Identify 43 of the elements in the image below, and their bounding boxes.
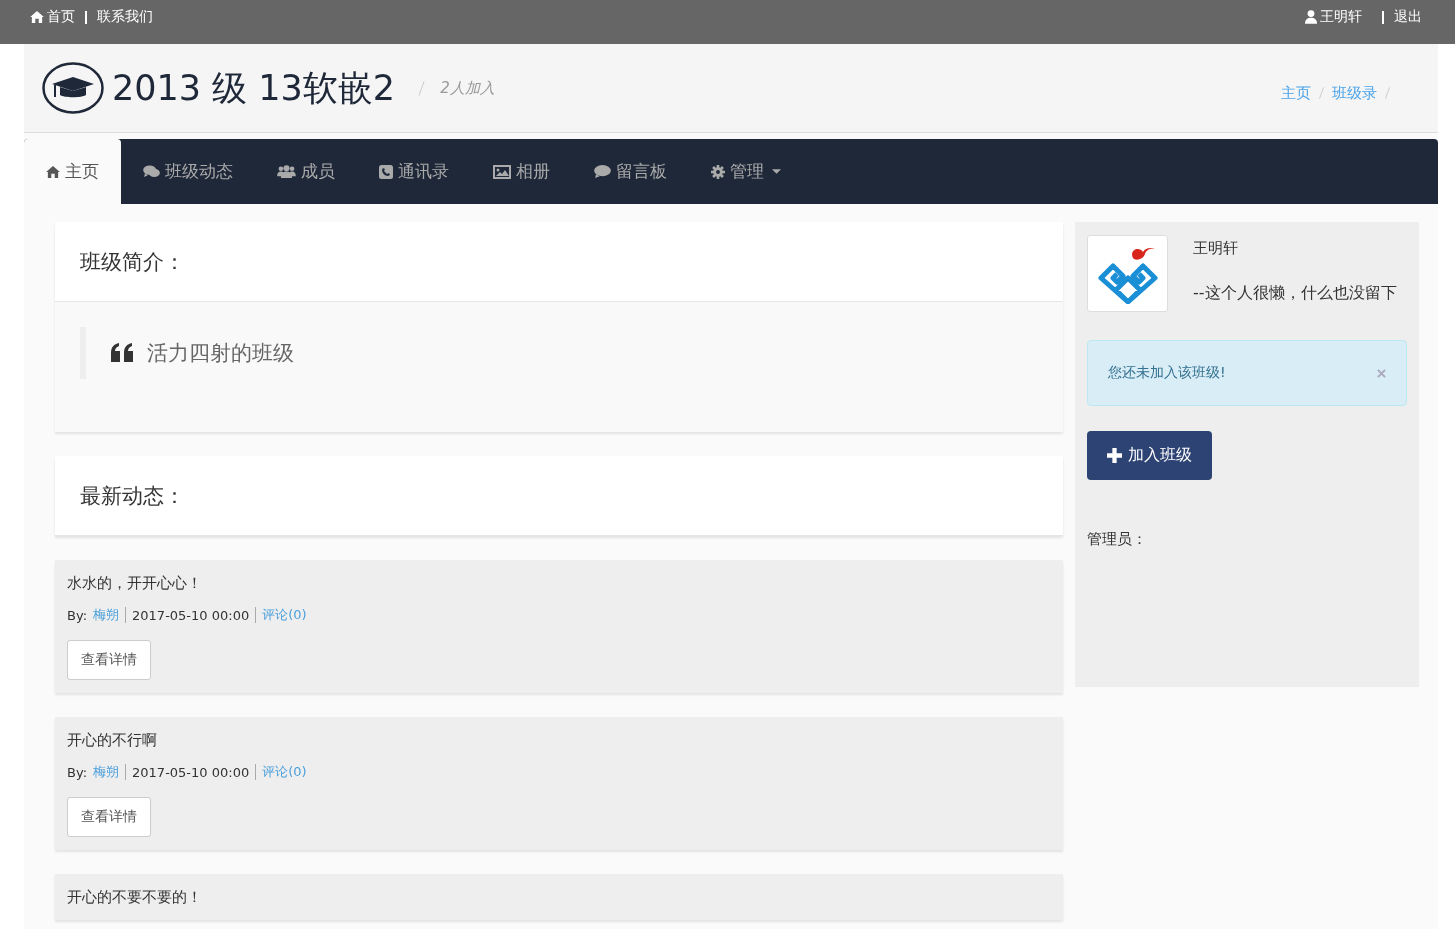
nav-tab[interactable]: 留言板 <box>572 139 689 204</box>
home-icon <box>30 11 44 23</box>
member-count: 2人加入 <box>440 78 495 98</box>
quote-text: 活力四射的班级 <box>147 340 294 367</box>
plus-icon <box>1107 448 1122 463</box>
chat-bubbles-icon <box>143 165 160 178</box>
admins-label: 管理员： <box>1087 530 1148 549</box>
join-class-button[interactable]: 加入班级 <box>1087 431 1212 480</box>
nav-tab[interactable]: 管理 <box>689 139 803 204</box>
nav-link[interactable]: 联系我们 <box>97 8 153 26</box>
nav-tab[interactable]: 通讯录 <box>357 139 471 204</box>
section-heading: 班级简介： <box>80 248 185 276</box>
details-button[interactable]: 查看详情 <box>67 797 151 837</box>
post-title: 开心的不要不要的！ <box>67 888 203 907</box>
by-label: By: <box>67 607 88 623</box>
nav-tab[interactable]: 成员 <box>255 139 357 204</box>
chat-bubble-icon <box>594 165 611 178</box>
post-date: 2017-05-10 00:00 <box>132 607 250 623</box>
class-title: 2013 级 13软嵌2 <box>112 66 396 110</box>
post-title: 水水的，开开心心！ <box>67 574 203 593</box>
user-name: 王明轩 <box>1193 239 1239 258</box>
user-link[interactable]: 王明轩 <box>1305 8 1362 26</box>
home-icon <box>46 165 60 178</box>
alert-text: 您还未加入该班级! <box>1108 364 1226 382</box>
logout-link[interactable]: 退出 <box>1394 8 1422 26</box>
image-icon <box>493 164 511 179</box>
user-bio: --这个人很懒，什么也没留下 <box>1193 282 1398 304</box>
nav-tab[interactable]: 班级动态 <box>121 139 255 204</box>
quote-icon <box>111 343 135 363</box>
user-icon <box>1305 10 1317 24</box>
section-heading: 最新动态： <box>80 482 185 510</box>
users-icon <box>277 165 296 178</box>
by-label: By: <box>67 764 88 780</box>
details-button[interactable]: 查看详情 <box>67 640 151 680</box>
nav-link[interactable]: 首页 <box>30 8 75 26</box>
nav-tab[interactable]: 相册 <box>471 139 572 204</box>
close-icon[interactable] <box>1377 368 1386 378</box>
post-date: 2017-05-10 00:00 <box>132 764 250 780</box>
post-title: 开心的不行啊 <box>67 731 158 750</box>
phone-icon <box>379 164 393 179</box>
nav-tab[interactable]: 主页 <box>24 139 121 204</box>
graduation-cap-icon <box>42 62 104 114</box>
settings-icon <box>711 164 725 179</box>
